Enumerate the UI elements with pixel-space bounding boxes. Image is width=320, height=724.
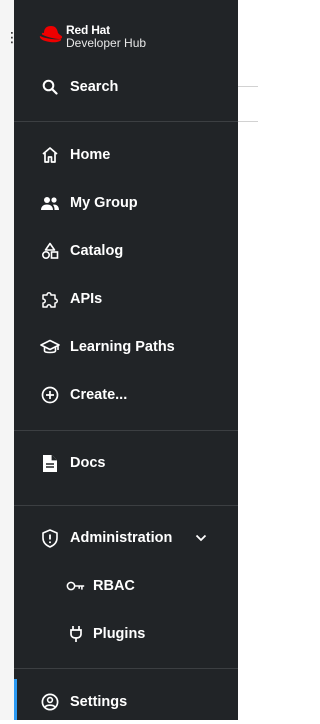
sidebar-item-apis[interactable]: APIs	[14, 277, 238, 321]
sidebar-item-label: RBAC	[93, 578, 135, 594]
sidebar-divider	[14, 668, 238, 669]
sidebar-item-create[interactable]: Create...	[14, 373, 238, 417]
sidebar-item-docs[interactable]: Docs	[14, 441, 238, 485]
sidebar-item-rbac[interactable]: RBAC	[14, 564, 238, 608]
sidebar-item-settings[interactable]: Settings	[14, 680, 238, 724]
plus-circle-icon	[40, 385, 60, 405]
red-hat-developer-hub-logo[interactable]: Red Hat Developer Hub	[38, 24, 146, 56]
sidebar-item-label: APIs	[70, 291, 103, 307]
red-hat-logo-icon	[39, 26, 63, 43]
sidebar-item-catalog[interactable]: Catalog	[14, 229, 238, 273]
group-icon	[40, 193, 60, 213]
sidebar-item-search[interactable]: Search	[14, 65, 238, 109]
sidebar-divider	[14, 121, 238, 122]
plug-icon	[66, 624, 86, 644]
sidebar-item-label: Administration	[70, 530, 173, 546]
home-icon	[40, 145, 60, 165]
sidebar-item-label: Create...	[70, 387, 128, 403]
sidebar-item-my-group[interactable]: My Group	[14, 181, 238, 225]
sidebar: Red Hat Developer Hub Search Home My Gro…	[14, 0, 238, 720]
kebab-menu-icon[interactable]: ⋮	[5, 28, 19, 46]
sidebar-item-label: Home	[70, 147, 111, 163]
chevron-down-icon[interactable]	[194, 531, 208, 545]
sidebar-item-label: Docs	[70, 455, 106, 471]
sidebar-item-administration[interactable]: Administration	[14, 516, 238, 560]
sidebar-item-label: Learning Paths	[70, 339, 175, 355]
shapes-icon	[40, 241, 60, 261]
background-divider	[238, 86, 258, 87]
search-icon	[40, 77, 60, 97]
document-icon	[40, 453, 60, 473]
user-circle-icon	[40, 692, 60, 712]
background-divider	[238, 121, 258, 122]
sidebar-item-learning-paths[interactable]: Learning Paths	[14, 325, 238, 369]
puzzle-icon	[40, 289, 60, 309]
sidebar-item-label: Search	[70, 79, 119, 95]
sidebar-divider	[14, 430, 238, 431]
sidebar-item-home[interactable]: Home	[14, 133, 238, 177]
sidebar-item-label: Plugins	[93, 626, 146, 642]
brand-product: Developer Hub	[66, 36, 147, 50]
background-page-edge	[0, 0, 15, 720]
sidebar-divider	[14, 505, 238, 506]
graduation-cap-icon	[40, 337, 60, 357]
key-icon	[66, 576, 86, 596]
shield-icon	[40, 528, 60, 548]
sidebar-item-label: Catalog	[70, 243, 124, 259]
sidebar-item-plugins[interactable]: Plugins	[14, 612, 238, 656]
sidebar-item-label: Settings	[70, 694, 128, 710]
sidebar-item-label: My Group	[70, 195, 138, 211]
